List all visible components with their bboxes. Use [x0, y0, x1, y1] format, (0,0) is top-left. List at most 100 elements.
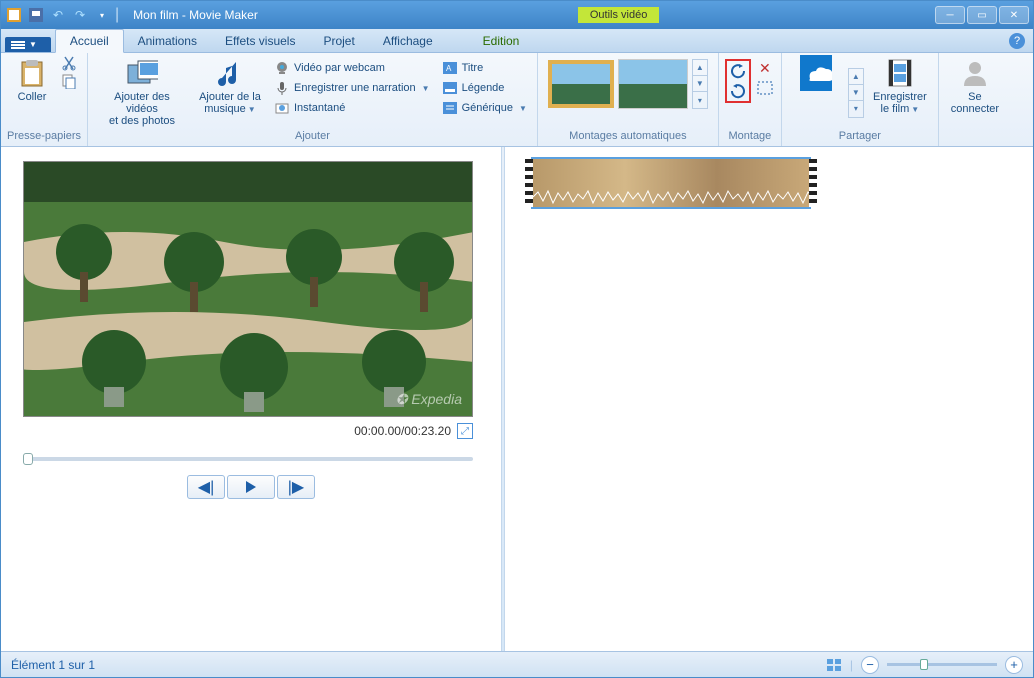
contextual-tool-tab[interactable]: Outils vidéo	[578, 7, 659, 23]
group-connecter: Se connecter	[939, 53, 1011, 146]
automovie-theme-2[interactable]	[618, 59, 688, 109]
tab-projet[interactable]: Projet	[309, 30, 368, 52]
user-icon	[959, 57, 991, 89]
instantane-button[interactable]: Instantané	[270, 99, 434, 117]
generique-button[interactable]: Générique ▼	[438, 99, 531, 117]
tab-accueil[interactable]: Accueil	[55, 29, 124, 53]
ajouter-musique-label: Ajouter de la musique▼	[199, 91, 261, 115]
webcam-icon	[274, 60, 290, 76]
content-area: ✪ Expedia 00:00.00/00:23.20 ⤢ ◀| |▶	[1, 147, 1033, 651]
legende-button[interactable]: Légende	[438, 79, 531, 97]
microphone-icon	[274, 80, 290, 96]
group-label-montages-auto: Montages automatiques	[544, 130, 712, 144]
copy-icon[interactable]	[61, 73, 77, 89]
se-connecter-button[interactable]: Se connecter	[945, 55, 1005, 117]
select-all-icon[interactable]	[755, 79, 775, 97]
status-bar: Élément 1 sur 1 | − +	[1, 651, 1033, 677]
share-gallery-nav: ▲ ▼ ▾	[848, 68, 864, 118]
cut-icon[interactable]	[61, 55, 77, 71]
group-label-montage: Montage	[725, 130, 775, 144]
group-montage: ✕ Montage	[719, 53, 782, 146]
delete-icon[interactable]: ✕	[755, 59, 775, 77]
audio-waveform-icon	[533, 189, 813, 205]
onedrive-button[interactable]	[788, 55, 844, 93]
gallery-down-icon[interactable]: ▼	[693, 76, 707, 92]
automovie-gallery: ▲ ▼ ▾	[544, 55, 712, 113]
narration-button[interactable]: Enregistrer une narration ▼	[270, 79, 434, 97]
help-button[interactable]: ?	[1009, 33, 1025, 49]
video-preview[interactable]: ✪ Expedia	[23, 161, 473, 417]
chevron-down-icon: ▼	[248, 105, 256, 114]
close-button[interactable]: ✕	[999, 6, 1029, 24]
next-frame-button[interactable]: |▶	[277, 475, 315, 499]
group-label-ajouter: Ajouter	[94, 130, 531, 144]
zoom-out-button[interactable]: −	[861, 656, 879, 674]
ajouter-musique-button[interactable]: Ajouter de la musique▼	[194, 55, 266, 117]
time-row: 00:00.00/00:23.20 ⤢	[23, 423, 473, 439]
rotate-left-icon[interactable]	[728, 62, 748, 80]
webcam-button[interactable]: Vidéo par webcam	[270, 59, 434, 77]
group-label-presse-papiers: Presse-papiers	[7, 130, 81, 144]
thumbnails-view-icon[interactable]	[826, 657, 842, 673]
file-tab[interactable]: ▼	[5, 37, 51, 52]
enregistrer-film-button[interactable]: Enregistrer le film▼	[868, 55, 932, 117]
zoom-slider[interactable]	[887, 663, 997, 666]
film-reel-icon	[884, 57, 916, 89]
window-title: Mon film - Movie Maker	[133, 8, 258, 22]
caption-icon	[442, 80, 458, 96]
share-down-icon[interactable]: ▼	[849, 85, 863, 101]
fullscreen-icon[interactable]: ⤢	[457, 423, 473, 439]
time-display: 00:00.00/00:23.20	[354, 424, 451, 438]
rotate-right-icon[interactable]	[728, 82, 748, 100]
seek-knob[interactable]	[23, 453, 33, 465]
undo-icon[interactable]: ↶	[49, 6, 67, 24]
group-label-partager: Partager	[788, 130, 932, 144]
seek-slider[interactable]	[23, 457, 473, 461]
tab-affichage[interactable]: Affichage	[369, 30, 447, 52]
timeline-clip[interactable]	[531, 157, 811, 209]
gallery-nav: ▲ ▼ ▾	[692, 59, 708, 109]
group-label-connecter	[945, 142, 1005, 144]
menu-icon	[11, 40, 25, 50]
quick-access-toolbar: ↶ ↷ ▾ |	[5, 6, 119, 24]
window-controls: ─ ▭ ✕	[935, 6, 1029, 24]
app-icon[interactable]	[5, 6, 23, 24]
highlighted-rotate-tools	[725, 59, 751, 103]
minimize-button[interactable]: ─	[935, 6, 965, 24]
chevron-down-icon: ▼	[911, 105, 919, 114]
tab-strip: ▼ Accueil Animations Effets visuels Proj…	[1, 29, 1033, 53]
preview-image	[24, 162, 473, 417]
tab-edition[interactable]: Edition	[469, 30, 534, 52]
automovie-theme-1[interactable]	[548, 60, 614, 108]
save-icon[interactable]	[27, 6, 45, 24]
group-montages-auto: ▲ ▼ ▾ Montages automatiques	[538, 53, 719, 146]
group-presse-papiers: Coller Presse-papiers	[1, 53, 88, 146]
maximize-button[interactable]: ▭	[967, 6, 997, 24]
group-partager: ▲ ▼ ▾ Enregistrer le film▼ Partager	[782, 53, 939, 146]
watermark-text: ✪ Expedia	[396, 391, 462, 408]
chevron-down-icon: ▼	[422, 84, 430, 93]
share-up-icon[interactable]: ▲	[849, 69, 863, 85]
title-icon: A	[442, 60, 458, 76]
zoom-knob[interactable]	[920, 659, 928, 670]
share-more-icon[interactable]: ▾	[849, 101, 863, 117]
redo-icon[interactable]: ↷	[71, 6, 89, 24]
gallery-more-icon[interactable]: ▾	[693, 92, 707, 108]
credits-icon	[442, 100, 458, 116]
timeline-pane[interactable]	[505, 147, 1033, 651]
onedrive-icon	[800, 57, 832, 89]
zoom-in-button[interactable]: +	[1005, 656, 1023, 674]
titre-button[interactable]: A Titre	[438, 59, 531, 77]
play-button[interactable]	[227, 475, 275, 499]
qat-dropdown-icon[interactable]: ▾	[93, 6, 111, 24]
tab-animations[interactable]: Animations	[124, 30, 211, 52]
title-bar: ↶ ↷ ▾ | Mon film - Movie Maker Outils vi…	[1, 1, 1033, 29]
coller-button[interactable]: Coller	[7, 55, 57, 105]
ribbon: Coller Presse-papiers Ajouter des vidéos…	[1, 53, 1033, 147]
gallery-up-icon[interactable]: ▲	[693, 60, 707, 76]
music-note-icon	[214, 57, 246, 89]
tab-effets-visuels[interactable]: Effets visuels	[211, 30, 309, 52]
prev-frame-button[interactable]: ◀|	[187, 475, 225, 499]
status-text: Élément 1 sur 1	[11, 658, 95, 672]
ajouter-videos-photos-button[interactable]: Ajouter des vidéos et des photos	[94, 55, 190, 129]
